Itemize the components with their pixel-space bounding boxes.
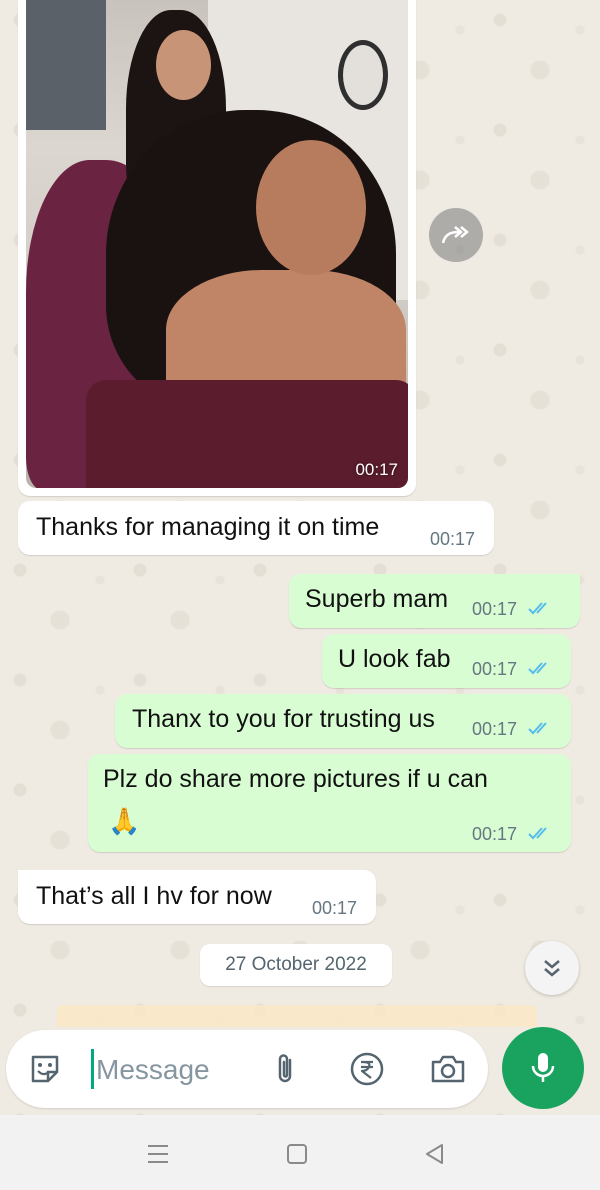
image-timestamp: 00:17 — [355, 460, 398, 479]
read-ticks-icon — [528, 662, 547, 675]
date-separator: 27 October 2022 — [200, 944, 392, 986]
back-button[interactable] — [420, 1139, 450, 1169]
camera-button[interactable] — [428, 1050, 468, 1088]
message-time: 00:17 — [472, 599, 518, 619]
sticker-icon — [31, 1055, 59, 1083]
read-ticks-icon — [528, 602, 547, 615]
scroll-to-bottom-button[interactable] — [525, 941, 579, 995]
camera-icon — [431, 1055, 465, 1083]
message-text: Plz do share more pictures if u can — [103, 765, 488, 793]
payment-button[interactable] — [348, 1050, 386, 1088]
message-text: Superb mam — [305, 585, 449, 613]
wall-mirror — [338, 40, 388, 110]
voice-record-button[interactable] — [502, 1027, 584, 1109]
message-time: 00:17 — [472, 824, 518, 844]
attach-button[interactable] — [268, 1050, 302, 1088]
message-time: 00:17 — [312, 898, 358, 918]
home-button[interactable] — [282, 1139, 312, 1169]
message-time: 00:17 — [472, 719, 518, 739]
message-composer — [6, 1030, 488, 1108]
message-input[interactable] — [94, 1048, 268, 1092]
message-bubble[interactable]: U look fab 00:17 — [322, 634, 571, 688]
system-navigation-bar — [0, 1115, 600, 1190]
mic-icon — [531, 1053, 555, 1082]
emoji-folded-hands: 🙏 — [108, 806, 141, 836]
read-ticks-icon — [528, 722, 547, 735]
read-ticks-icon — [528, 827, 547, 840]
back-icon — [426, 1144, 443, 1164]
message-time: 00:17 — [472, 659, 518, 679]
forward-icon — [441, 226, 469, 244]
message-bubble[interactable]: Thanks for managing it on time 00:17 — [18, 501, 494, 555]
message-text: That’s all I hv for now — [36, 882, 272, 910]
home-icon — [287, 1144, 307, 1164]
paperclip-icon — [278, 1054, 292, 1083]
double-chevron-down-icon — [544, 960, 560, 977]
menu-icon — [148, 1145, 168, 1163]
forward-button[interactable] — [429, 208, 483, 262]
message-bubble[interactable]: Superb mam 00:17 — [289, 574, 580, 628]
shared-photo[interactable]: 00:17 — [26, 0, 408, 488]
message-bubble[interactable]: Plz do share more pictures if u can 🙏 00… — [88, 754, 571, 852]
sticker-button[interactable] — [26, 1050, 64, 1088]
rupee-icon — [350, 1052, 384, 1086]
message-text: Thanx to you for trusting us — [132, 705, 435, 733]
message-text: Thanks for managing it on time — [36, 513, 380, 541]
message-text: U look fab — [338, 645, 451, 673]
recent-apps-button[interactable] — [143, 1139, 173, 1169]
message-bubble[interactable]: Thanx to you for trusting us 00:17 — [115, 694, 571, 748]
message-bubble[interactable]: That’s all I hv for now 00:17 — [18, 870, 376, 924]
message-time: 00:17 — [430, 529, 476, 549]
image-message-bubble[interactable]: 00:17 — [18, 0, 416, 496]
unread-banner — [57, 1005, 537, 1027]
